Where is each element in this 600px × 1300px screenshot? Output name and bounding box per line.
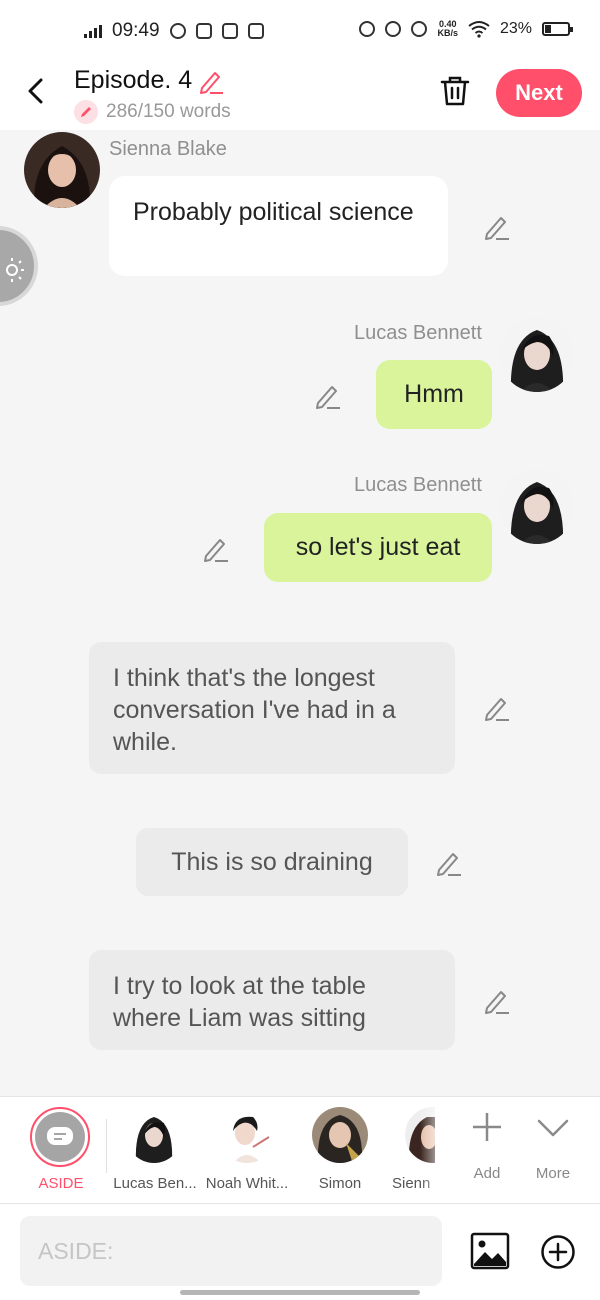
aside-icon [35, 1112, 85, 1162]
word-count-row: 286/150 words [74, 100, 231, 124]
character-picker: ASIDE Lucas Ben... Noah Whit... Simon Si… [0, 1096, 600, 1204]
edit-icon[interactable] [483, 986, 511, 1014]
aside-label: ASIDE [38, 1175, 84, 1192]
chevron-down-icon [537, 1119, 569, 1137]
edit-icon[interactable] [483, 212, 511, 240]
floating-sun-button[interactable] [0, 226, 38, 306]
status-time: 09:49 [112, 20, 160, 41]
plus-icon [473, 1113, 501, 1141]
message-bubble[interactable]: so let's just eat [264, 513, 492, 582]
avatar-lucas[interactable] [499, 316, 575, 392]
character-label: Lucas Ben... [113, 1175, 197, 1192]
avatar-sienna[interactable] [24, 132, 100, 208]
aside-button[interactable] [30, 1107, 90, 1167]
episode-header: Episode. 4 286/150 words Next [0, 62, 600, 130]
status-right: 0.40 KB/s 23% [359, 20, 573, 38]
character-avatar-simon[interactable] [312, 1107, 368, 1163]
message-input[interactable] [20, 1216, 442, 1286]
episode-title: Episode. 4 [74, 66, 193, 94]
character-avatar-noah[interactable] [219, 1107, 275, 1163]
edit-icon[interactable] [314, 381, 342, 409]
sun-icon [6, 258, 24, 282]
picker-divider [106, 1119, 107, 1173]
gallery-icon [247, 23, 264, 39]
character-label: Noah Whit... [205, 1175, 289, 1192]
speaker-name: Sienna Blake [109, 138, 227, 160]
home-indicator[interactable] [180, 1290, 420, 1295]
signal-icon [84, 24, 102, 38]
add-character-button[interactable] [459, 1109, 515, 1150]
alarm-icon [359, 21, 376, 37]
status-left: 09:49 [84, 20, 264, 42]
narration-bubble[interactable]: I think that's the longest conversation … [89, 642, 455, 774]
image-icon[interactable] [470, 1232, 510, 1270]
add-label: Add [473, 1165, 501, 1182]
trash-icon[interactable] [438, 74, 472, 108]
mute-icon [385, 21, 402, 37]
add-circle-icon[interactable] [540, 1234, 576, 1270]
battery-icon [542, 22, 573, 36]
more-button[interactable] [525, 1109, 581, 1150]
more-label: More [535, 1165, 571, 1182]
instagram-icon [195, 23, 212, 39]
net-speed: 0.40 KB/s [437, 20, 458, 38]
wifi-icon [468, 21, 490, 38]
edit-title-icon[interactable] [198, 68, 224, 94]
message-bubble[interactable]: Hmm [376, 360, 492, 429]
speaker-name: Lucas Bennett [354, 474, 482, 496]
back-arrow-icon[interactable] [22, 76, 52, 106]
edit-icon[interactable] [202, 534, 230, 562]
narration-bubble[interactable]: This is so draining [136, 828, 408, 896]
pencil-icon [74, 100, 98, 124]
shop-icon [221, 23, 238, 39]
snapchat-icon [169, 23, 186, 39]
message-bubble[interactable]: Probably political science [109, 176, 448, 276]
battery-percent: 23% [499, 20, 532, 37]
net-speed-unit: KB/s [437, 28, 458, 38]
picker-fade [420, 1097, 450, 1203]
episode-title-row: Episode. 4 [74, 66, 224, 95]
word-count: 286/150 words [106, 101, 231, 122]
character-label: Simon [318, 1175, 362, 1192]
input-bar [0, 1204, 600, 1300]
narration-bubble[interactable]: I try to look at the table where Liam wa… [89, 950, 455, 1050]
speaker-name: Lucas Bennett [354, 322, 482, 344]
edit-icon[interactable] [435, 848, 463, 876]
status-bar: 09:49 0.40 KB/s 23% [0, 0, 600, 62]
wifi-call-icon [411, 21, 428, 37]
next-button[interactable]: Next [496, 69, 582, 117]
chat-area[interactable]: Sienna Blake Probably political science … [0, 130, 600, 1096]
edit-icon[interactable] [483, 693, 511, 721]
character-avatar-lucas[interactable] [126, 1107, 182, 1163]
avatar-lucas[interactable] [499, 468, 575, 544]
